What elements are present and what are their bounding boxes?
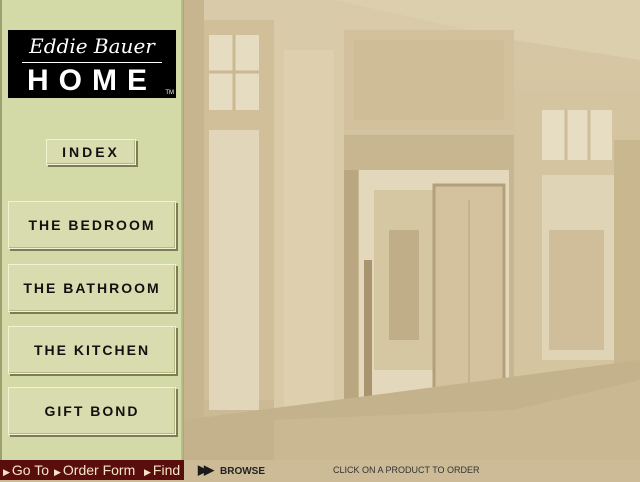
browse-label: BROWSE xyxy=(220,466,265,477)
sidebar: Eddie Bauer HOME TM INDEX THE BEDROOM TH… xyxy=(0,0,184,460)
fast-forward-icon: ▶▶ xyxy=(198,462,214,477)
bathroom-button[interactable]: THE BATHROOM xyxy=(8,264,176,312)
kitchen-button[interactable]: THE KITCHEN xyxy=(8,326,176,374)
logo-script: Eddie Bauer xyxy=(29,34,155,58)
logo-word: HOME xyxy=(27,64,157,97)
triangle-right-icon: ▶ xyxy=(144,467,151,477)
find-label: Find xyxy=(152,462,181,478)
order-form-link[interactable]: ▶ Order Form xyxy=(54,460,135,482)
index-button[interactable]: INDEX xyxy=(46,139,136,165)
order-hint: CLICK ON A PRODUCT TO ORDER xyxy=(333,465,480,475)
logo-rule xyxy=(22,62,162,63)
storefront-image[interactable] xyxy=(184,0,640,460)
order-form-label: Order Form xyxy=(62,462,136,478)
goto-link[interactable]: ▶ Go To xyxy=(3,460,49,482)
find-link[interactable]: ▶ Find xyxy=(144,460,180,482)
bedroom-button[interactable]: THE BEDROOM xyxy=(8,201,176,249)
eddie-bauer-home-logo: Eddie Bauer HOME TM xyxy=(8,30,176,98)
triangle-right-icon: ▶ xyxy=(54,467,61,477)
nav-bar: ▶ Go To ▶ Order Form ▶ Find xyxy=(0,460,184,480)
storefront-illustration xyxy=(184,0,640,460)
browse-button[interactable]: ▶▶ BROWSE xyxy=(198,460,265,480)
goto-label: Go To xyxy=(11,462,50,478)
gift-bond-button[interactable]: GIFT BOND xyxy=(8,387,176,435)
bottom-bar: ▶ Go To ▶ Order Form ▶ Find ▶▶ BROWSE CLICK … xyxy=(0,460,640,480)
logo-trademark: TM xyxy=(165,90,174,96)
triangle-right-icon: ▶ xyxy=(3,467,10,477)
